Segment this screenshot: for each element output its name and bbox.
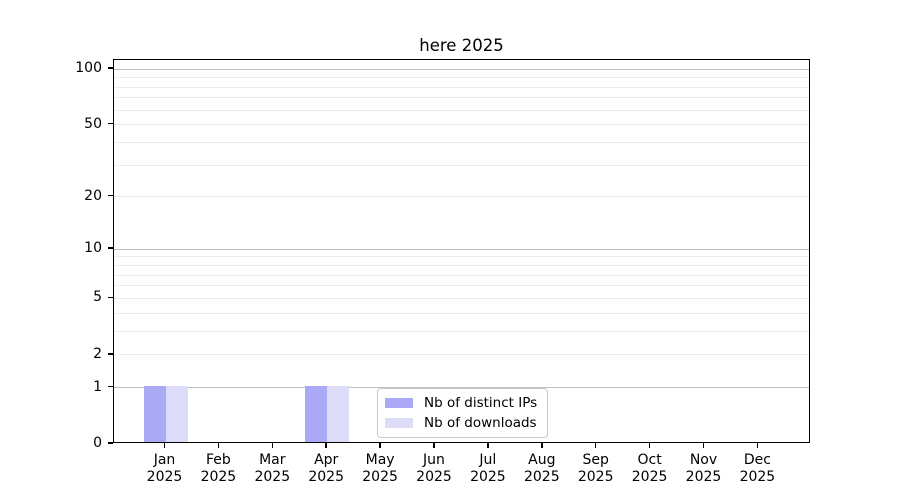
- x-tick-label: May2025: [362, 452, 398, 486]
- x-label-month: Apr: [308, 452, 344, 469]
- x-label-year: 2025: [578, 469, 614, 486]
- y-tick: [108, 353, 113, 355]
- minor-gridline: [114, 196, 809, 197]
- y-tick-label: 10: [84, 240, 102, 256]
- x-tick: [433, 443, 435, 448]
- x-label-month: Jan: [147, 452, 183, 469]
- y-tick: [108, 247, 113, 249]
- x-tick: [757, 443, 759, 448]
- x-tick: [541, 443, 543, 448]
- minor-gridline: [114, 142, 809, 143]
- y-tick: [108, 386, 113, 388]
- x-label-month: Mar: [254, 452, 290, 469]
- x-tick-label: Oct2025: [632, 452, 668, 486]
- x-label-year: 2025: [470, 469, 506, 486]
- x-label-year: 2025: [362, 469, 398, 486]
- minor-gridline: [114, 87, 809, 88]
- minor-gridline: [114, 97, 809, 98]
- x-tick: [379, 443, 381, 448]
- x-label-year: 2025: [416, 469, 452, 486]
- x-label-month: Aug: [524, 452, 560, 469]
- bar-nb-of-distinct-ips-apr: [305, 386, 327, 442]
- y-tick-label: 50: [84, 116, 102, 132]
- legend-item-downloads: Nb of downloads: [385, 415, 537, 431]
- minor-gridline: [114, 298, 809, 299]
- x-label-year: 2025: [254, 469, 290, 486]
- x-tick-label: Feb2025: [201, 452, 237, 486]
- minor-gridline: [114, 285, 809, 286]
- x-tick-label: Aug2025: [524, 452, 560, 486]
- x-tick: [325, 443, 327, 448]
- x-label-year: 2025: [686, 469, 722, 486]
- x-label-month: Nov: [686, 452, 722, 469]
- x-label-month: Sep: [578, 452, 614, 469]
- y-tick-label: 100: [75, 60, 102, 76]
- chart-title: here 2025: [113, 36, 810, 55]
- minor-gridline: [114, 313, 809, 314]
- x-tick: [272, 443, 274, 448]
- x-label-month: May: [362, 452, 398, 469]
- x-label-month: Jun: [416, 452, 452, 469]
- x-label-year: 2025: [632, 469, 668, 486]
- legend-item-distinct-ips: Nb of distinct IPs: [385, 395, 537, 411]
- figure: here 2025 Nb of distinct IPs Nb of downl…: [0, 0, 900, 500]
- x-label-year: 2025: [740, 469, 776, 486]
- y-tick-label: 5: [93, 289, 102, 305]
- x-tick-label: Jan2025: [147, 452, 183, 486]
- major-gridline: [114, 249, 809, 250]
- x-label-year: 2025: [201, 469, 237, 486]
- x-tick-label: Dec2025: [740, 452, 776, 486]
- x-tick: [164, 443, 166, 448]
- x-label-month: Dec: [740, 452, 776, 469]
- x-tick-label: Sep2025: [578, 452, 614, 486]
- x-label-year: 2025: [147, 469, 183, 486]
- minor-gridline: [114, 165, 809, 166]
- y-tick: [108, 67, 113, 69]
- x-label-year: 2025: [308, 469, 344, 486]
- minor-gridline: [114, 275, 809, 276]
- y-tick: [108, 195, 113, 197]
- x-tick-label: Mar2025: [254, 452, 290, 486]
- x-label-month: Feb: [201, 452, 237, 469]
- major-gridline: [114, 69, 809, 70]
- bar-nb-of-downloads-jan: [166, 386, 188, 442]
- y-tick-label: 2: [93, 346, 102, 362]
- y-tick-label: 20: [84, 188, 102, 204]
- bar-nb-of-downloads-apr: [327, 386, 349, 442]
- y-tick: [108, 442, 113, 444]
- legend-swatch-distinct-ips: [385, 398, 413, 408]
- y-tick-label: 0: [93, 435, 102, 451]
- minor-gridline: [114, 124, 809, 125]
- x-tick: [649, 443, 651, 448]
- minor-gridline: [114, 256, 809, 257]
- x-tick-label: Nov2025: [686, 452, 722, 486]
- x-label-month: Jul: [470, 452, 506, 469]
- x-tick: [487, 443, 489, 448]
- x-label-month: Oct: [632, 452, 668, 469]
- minor-gridline: [114, 265, 809, 266]
- legend-label-downloads: Nb of downloads: [424, 415, 537, 431]
- x-tick: [218, 443, 220, 448]
- minor-gridline: [114, 110, 809, 111]
- x-tick-label: Jun2025: [416, 452, 452, 486]
- legend: Nb of distinct IPs Nb of downloads: [377, 388, 548, 438]
- x-tick-label: Apr2025: [308, 452, 344, 486]
- plot-area: Nb of distinct IPs Nb of downloads: [113, 59, 810, 443]
- x-label-year: 2025: [524, 469, 560, 486]
- y-tick-label: 1: [93, 379, 102, 395]
- minor-gridline: [114, 77, 809, 78]
- x-tick-label: Jul2025: [470, 452, 506, 486]
- minor-gridline: [114, 354, 809, 355]
- y-tick: [108, 123, 113, 125]
- x-tick: [595, 443, 597, 448]
- x-tick: [703, 443, 705, 448]
- y-tick: [108, 297, 113, 299]
- minor-gridline: [114, 331, 809, 332]
- legend-label-distinct-ips: Nb of distinct IPs: [424, 395, 537, 411]
- bar-nb-of-distinct-ips-jan: [144, 386, 166, 442]
- legend-swatch-downloads: [385, 418, 413, 428]
